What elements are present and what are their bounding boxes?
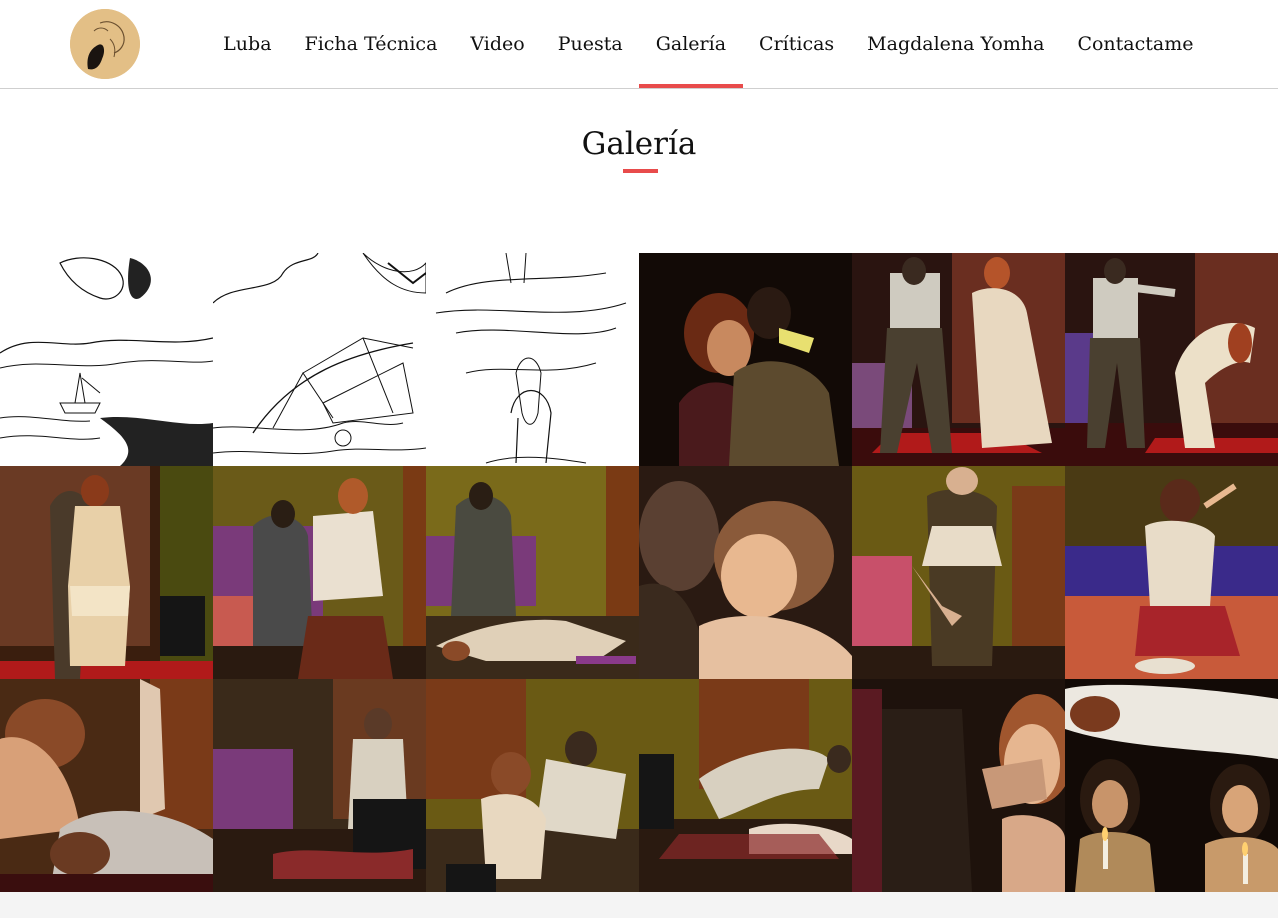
gallery-photo[interactable] [426,253,639,466]
sketch-image [0,253,213,466]
nav-item-ficha-tecnica[interactable]: Ficha Técnica [288,0,454,88]
nav-item-magdalena-yomha[interactable]: Magdalena Yomha [851,0,1061,88]
stage-photo [426,679,639,892]
gallery-photo[interactable] [213,466,426,679]
gallery-photo[interactable] [0,679,213,892]
stage-photo [213,679,426,892]
main-nav: Luba Ficha Técnica Video Puesta Galería … [207,0,1210,88]
stage-photo [0,679,213,892]
gallery-photo[interactable] [0,466,213,679]
site-header: Luba Ficha Técnica Video Puesta Galería … [0,0,1278,89]
gallery-photo[interactable] [426,466,639,679]
gallery-photo[interactable] [213,679,426,892]
gallery-photo[interactable] [213,253,426,466]
nav-item-galeria[interactable]: Galería [639,0,743,88]
gallery-photo[interactable] [1065,466,1278,679]
page-title: Galería [581,126,697,162]
logo-illustration [70,9,140,79]
stage-photo [852,679,1065,892]
site-logo[interactable] [70,9,140,79]
title-underline [623,169,658,173]
stage-photo [0,466,213,679]
gallery-photo[interactable] [852,466,1065,679]
gallery-photo[interactable] [426,679,639,892]
gallery-photo[interactable] [0,253,213,466]
nav-item-criticas[interactable]: Críticas [743,0,851,88]
stage-photo [639,679,852,892]
stage-photo [1065,679,1278,892]
stage-photo [852,253,1065,466]
stage-photo [1065,466,1278,679]
gallery-photo[interactable] [639,466,852,679]
gallery-photo[interactable] [639,679,852,892]
nav-item-contactame[interactable]: Contactame [1061,0,1210,88]
gallery-photo[interactable] [852,253,1065,466]
stage-photo [1065,253,1278,466]
sketch-image [426,253,639,466]
photo-gallery [0,253,1278,892]
gallery-photo[interactable] [639,253,852,466]
stage-photo [639,253,852,466]
gallery-photo[interactable] [1065,253,1278,466]
sketch-image [213,253,426,466]
nav-item-puesta[interactable]: Puesta [541,0,639,88]
stage-photo [639,466,852,679]
nav-item-luba[interactable]: Luba [207,0,288,88]
stage-photo [213,466,426,679]
nav-item-video[interactable]: Video [454,0,541,88]
gallery-photo[interactable] [852,679,1065,892]
gallery-photo[interactable] [1065,679,1278,892]
stage-photo [852,466,1065,679]
footer-strip [0,892,1278,918]
stage-photo [426,466,639,679]
